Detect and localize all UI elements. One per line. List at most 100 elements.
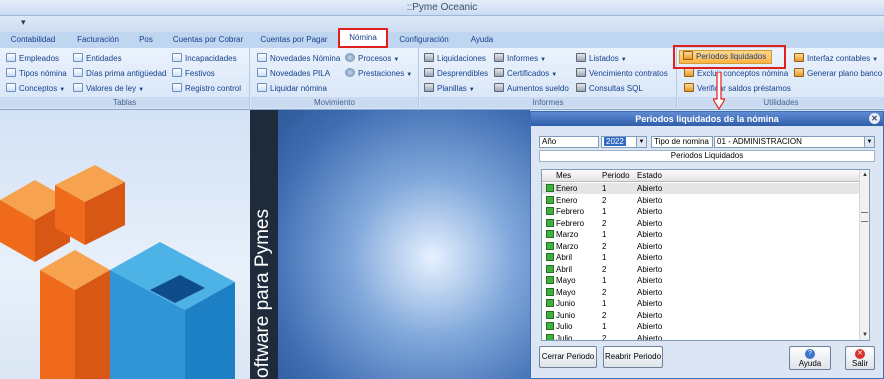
cell-periodo: 1 [602, 299, 607, 308]
table-row[interactable]: Mayo 2 Abierto [542, 287, 861, 298]
btn-verificar-saldos[interactable]: Verificar saldos préstamos [684, 83, 791, 95]
status-check-icon [546, 287, 554, 296]
btn-tipos-nomina[interactable]: Tipos nómina [6, 68, 67, 80]
window-title-bar: ::Pyme Oceanic [0, 0, 884, 16]
periodos-dialog: Periodos liquidados de la nómina ✕ Año 2… [530, 111, 884, 379]
table-row[interactable]: Abril 2 Abierto [542, 264, 861, 275]
cell-estado: Abierto [637, 333, 663, 341]
document-icon [73, 83, 83, 92]
btn-vencimiento-contratos[interactable]: Vencimiento contratos [576, 68, 668, 80]
cerrar-periodo-button[interactable]: Cerrar Periodo [539, 346, 597, 368]
table-row[interactable]: Junio 1 Abierto [542, 298, 861, 309]
salir-button[interactable]: ✕ Salir [845, 346, 875, 370]
dialog-title: Periodos liquidados de la nómina [635, 114, 779, 124]
tab-nomina[interactable]: Nómina [338, 28, 388, 48]
btn-listados[interactable]: Listados ▼ [576, 53, 627, 65]
scroll-up-icon[interactable]: ▲ [860, 170, 869, 180]
table-row[interactable]: Febrero 2 Abierto [542, 218, 861, 229]
scroll-down-icon[interactable]: ▼ [860, 330, 869, 340]
cell-mes: Junio [556, 299, 576, 308]
chevron-down-icon: ▼ [872, 57, 879, 63]
scroll-thumb[interactable] [861, 212, 868, 222]
cell-estado: Abierto [637, 264, 663, 274]
reabrir-periodo-button[interactable]: Reabrir Periodo [603, 346, 663, 368]
table-row[interactable]: Febrero 1 Abierto [542, 206, 861, 217]
close-icon[interactable]: ✕ [869, 113, 880, 124]
btn-prestaciones[interactable]: Prestaciones ▼ [345, 68, 412, 80]
status-check-icon [546, 310, 554, 319]
group-informes: Liquidaciones Desprendibles Planillas ▼ I… [420, 48, 677, 110]
quick-access-menu-icon[interactable]: ▾ [21, 17, 26, 28]
table-row[interactable]: Marzo 2 Abierto [542, 241, 861, 252]
btn-valores-de-ley[interactable]: Valores de ley ▼ [73, 83, 144, 95]
cell-estado: Abierto [637, 241, 663, 251]
table-row[interactable]: Abril 1 Abierto [542, 252, 861, 263]
btn-novedades-nomina[interactable]: Novedades Nómina [257, 53, 340, 65]
company-logo [0, 165, 235, 379]
chevron-down-icon[interactable]: ▼ [636, 137, 646, 147]
col-mes[interactable]: Mes [556, 171, 571, 180]
table-row[interactable]: Mayo 1 Abierto [542, 275, 861, 286]
cell-periodo: 2 [602, 310, 607, 320]
cell-mes: Marzo [556, 230, 579, 239]
btn-procesos[interactable]: Procesos ▼ [345, 53, 399, 65]
cell-mes: Abril [556, 253, 573, 262]
document-icon [172, 68, 182, 77]
year-select[interactable]: 2022 ▼ [601, 136, 647, 148]
ayuda-button[interactable]: ? Ayuda [789, 346, 831, 370]
btn-aumentos-sueldo[interactable]: Aumentos sueldo [494, 83, 569, 95]
chevron-down-icon[interactable]: ▼ [864, 137, 874, 147]
tab-contabilidad[interactable]: Contabilidad [6, 34, 60, 48]
cell-mes: Mayo [556, 287, 576, 297]
dialog-title-bar: Periodos liquidados de la nómina ✕ [531, 112, 883, 126]
cell-mes: Enero [556, 184, 578, 193]
cell-estado: Abierto [637, 276, 663, 285]
btn-interfaz-contables[interactable]: Interfaz contables ▼ [794, 53, 878, 65]
cell-mes: Febrero [556, 218, 585, 228]
tab-facturacion[interactable]: Facturación [74, 34, 122, 48]
table-row[interactable]: Enero 2 Abierto [542, 195, 861, 206]
tipo-nomina-select[interactable]: 01 - ADMINISTRACION ▼ [714, 136, 875, 148]
table-row[interactable]: Julio 2 Abierto [542, 333, 861, 341]
table-row[interactable]: Marzo 1 Abierto [542, 229, 861, 240]
quick-access-toolbar: ▾ [0, 16, 884, 32]
tab-cuentas-por-cobrar[interactable]: Cuentas por Cobrar [168, 34, 248, 48]
group-label-utilidades: Utilidades [678, 97, 884, 108]
btn-entidades[interactable]: Entidades [73, 53, 122, 65]
btn-certificados[interactable]: Certificados ▼ [494, 68, 557, 80]
status-check-icon [546, 322, 554, 330]
btn-consultas-sql[interactable]: Consultas SQL [576, 83, 643, 95]
tab-ayuda[interactable]: Ayuda [466, 34, 498, 48]
status-check-icon [546, 230, 554, 238]
col-estado[interactable]: Estado [637, 171, 662, 180]
btn-novedades-pila[interactable]: Novedades PILA [257, 68, 330, 80]
btn-planillas[interactable]: Planillas ▼ [424, 83, 475, 95]
btn-festivos[interactable]: Festivos [172, 68, 215, 80]
btn-informes[interactable]: Informes ▼ [494, 53, 546, 65]
btn-empleados[interactable]: Empleados [6, 53, 59, 65]
btn-dias-prima[interactable]: Días prima antigüedad [73, 68, 167, 80]
gear-icon [345, 53, 355, 62]
tab-pos[interactable]: Pos [136, 34, 156, 48]
tab-cuentas-por-pagar[interactable]: Cuentas por Pagar [256, 34, 332, 48]
btn-liquidaciones[interactable]: Liquidaciones [424, 53, 486, 65]
status-check-icon [546, 218, 554, 227]
table-row[interactable]: Julio 1 Abierto [542, 321, 861, 332]
status-check-icon [546, 207, 554, 215]
btn-incapacidades[interactable]: Incapacidades [172, 53, 237, 65]
tab-configuracion[interactable]: Configuración [394, 34, 454, 48]
table-row[interactable]: Junio 2 Abierto [542, 310, 861, 321]
chevron-down-icon: ▼ [406, 72, 413, 78]
btn-excluir-conceptos[interactable]: Excluir conceptos nómina [684, 68, 788, 80]
table-row[interactable]: Enero 1 Abierto [542, 183, 861, 194]
btn-liquidar-nomina[interactable]: Liquidar nómina [257, 83, 327, 95]
cell-estado: Abierto [637, 299, 663, 308]
table-scrollbar[interactable]: ▲ ▼ [859, 170, 869, 340]
chevron-down-icon: ▼ [620, 57, 627, 63]
btn-registro-control[interactable]: Registro control [172, 83, 241, 95]
col-periodo[interactable]: Periodo [602, 171, 630, 180]
btn-generar-plano-banco[interactable]: Generar plano banco [794, 68, 882, 80]
cell-periodo: 1 [602, 230, 607, 239]
btn-desprendibles[interactable]: Desprendibles [424, 68, 488, 80]
btn-conceptos[interactable]: Conceptos ▼ [6, 83, 65, 95]
